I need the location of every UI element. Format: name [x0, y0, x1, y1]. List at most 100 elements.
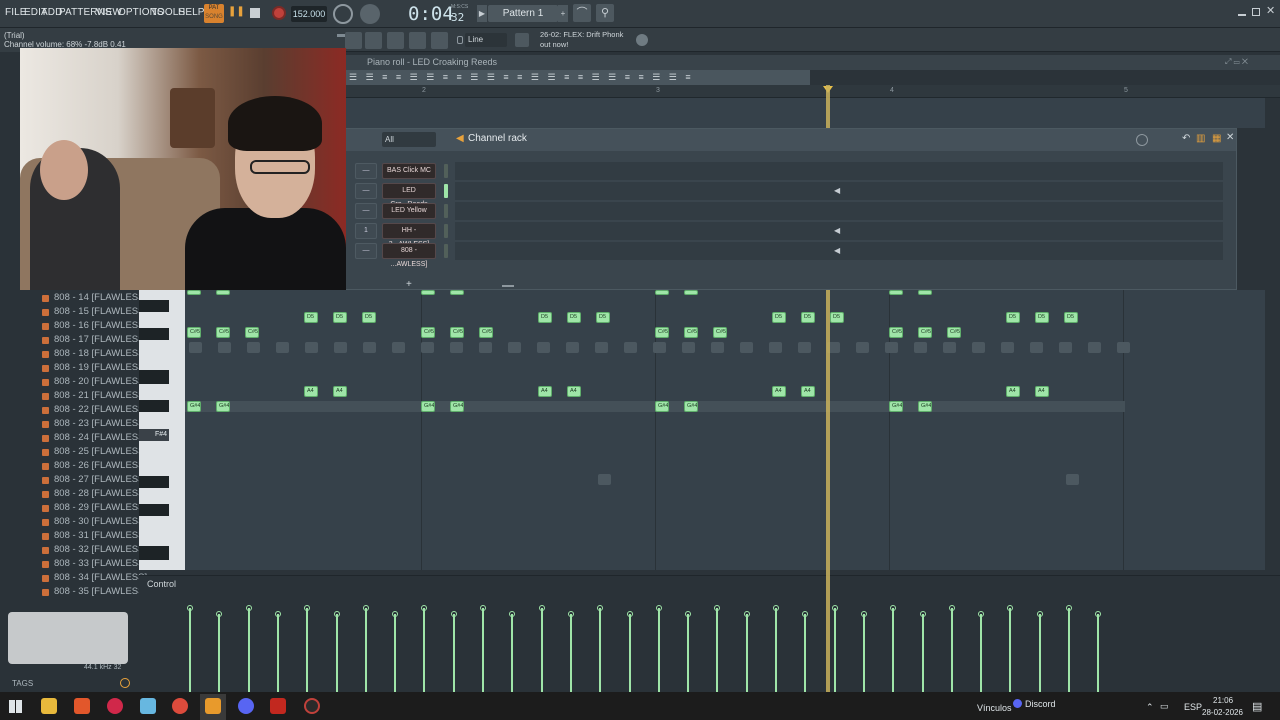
channel-sequence-lane[interactable] — [455, 202, 1223, 220]
note[interactable] — [655, 290, 669, 295]
channel-name-button[interactable]: LED Yellow — [382, 203, 436, 219]
notification-icon[interactable]: ▤ — [1252, 700, 1262, 713]
velocity-bar[interactable] — [687, 614, 690, 692]
velocity-handle[interactable] — [743, 611, 750, 617]
velocity-handle[interactable] — [187, 605, 193, 611]
note[interactable]: C#5 — [450, 327, 464, 338]
browser-item[interactable]: 808 - 26 [FLAWLESS] — [54, 460, 147, 471]
velocity-handle[interactable] — [597, 605, 604, 611]
velocity-bar[interactable] — [1068, 608, 1070, 692]
channel-mixer-track[interactable]: — — [355, 243, 377, 259]
note[interactable]: A4 — [538, 386, 552, 397]
browser-item[interactable]: 808 - 22 [FLAWLESS] — [54, 404, 147, 415]
note[interactable] — [450, 290, 464, 295]
velocity-bar[interactable] — [980, 614, 983, 692]
channel-select-led[interactable] — [444, 224, 448, 238]
note[interactable] — [918, 290, 932, 295]
channel-rack-scroll-handle[interactable] — [502, 285, 514, 287]
channel-name-button[interactable]: HH - 3...AWLESS] — [382, 223, 436, 248]
browser-item[interactable]: 808 - 19 [FLAWLESS] — [54, 362, 147, 373]
browser-item[interactable]: 808 - 33 [FLAWLESS] — [54, 558, 147, 569]
note[interactable] — [889, 290, 903, 295]
note[interactable]: C#5 — [684, 327, 698, 338]
black-key[interactable] — [139, 328, 169, 340]
velocity-handle[interactable] — [655, 605, 662, 611]
velocity-handle[interactable] — [421, 605, 428, 611]
velocity-bar[interactable] — [540, 608, 543, 692]
velocity-handle[interactable] — [1066, 605, 1072, 611]
minimize-icon[interactable] — [1238, 8, 1246, 16]
swing-knob[interactable] — [1136, 134, 1148, 146]
velocity-bar[interactable] — [511, 614, 514, 692]
note[interactable]: C#5 — [479, 327, 493, 338]
pause-icon[interactable]: ❚❚ — [228, 6, 245, 22]
note[interactable]: A4 — [304, 386, 318, 397]
velocity-handle[interactable] — [831, 605, 838, 611]
note[interactable]: C#5 — [187, 327, 201, 338]
velocity-bar[interactable] — [482, 608, 484, 692]
velocity-handle[interactable] — [274, 611, 281, 617]
network-icon[interactable]: ▭ — [1160, 701, 1169, 712]
channel-select-led[interactable] — [444, 244, 448, 258]
note[interactable]: G#4 — [655, 401, 669, 412]
step-view-icon[interactable]: ▦ — [1212, 133, 1221, 144]
velocity-handle[interactable] — [626, 611, 633, 617]
channel-name-button[interactable]: LED Cro...Reeds — [382, 183, 436, 208]
velocity-handle[interactable] — [538, 605, 545, 611]
browser-item[interactable]: 808 - 25 [FLAWLESS] — [54, 446, 147, 457]
velocity-handle[interactable] — [1036, 611, 1043, 617]
note[interactable]: G#4 — [216, 401, 230, 412]
black-key[interactable] — [139, 370, 169, 384]
key-label-fs4[interactable]: F#4 — [139, 429, 169, 441]
language-indicator[interactable]: ESP — [1184, 702, 1202, 712]
velocity-bar[interactable] — [247, 608, 250, 692]
browser-item[interactable]: 808 - 27 [FLAWLESS] — [54, 474, 147, 485]
velocity-handle[interactable] — [362, 605, 369, 611]
velocity-bar[interactable] — [364, 608, 367, 692]
mixer-icon[interactable] — [409, 32, 426, 49]
note[interactable]: G#4 — [889, 401, 903, 412]
news-settings-icon[interactable] — [636, 34, 648, 46]
browser-item[interactable]: 808 - 35 [FLAWLESS] — [54, 586, 147, 597]
snap-select[interactable]: Line — [465, 33, 507, 47]
velocity-bar[interactable] — [189, 608, 191, 692]
velocity-bar[interactable] — [950, 608, 953, 692]
channel-select-led[interactable] — [444, 164, 448, 178]
channel-name-button[interactable]: BAS Click MC — [382, 163, 436, 179]
control-label[interactable]: Control — [147, 579, 176, 589]
velocity-bar[interactable] — [892, 608, 895, 692]
note[interactable]: D5 — [333, 312, 347, 323]
channel-rack-icon[interactable] — [365, 32, 382, 49]
note[interactable]: D5 — [362, 312, 376, 323]
velocity-bar[interactable] — [628, 614, 631, 692]
notepad-icon[interactable] — [140, 698, 156, 714]
taskbar-discord[interactable]: Discord — [1025, 699, 1056, 709]
note[interactable]: C#5 — [889, 327, 903, 338]
news-text[interactable]: 26-02: FLEX: Drift Phonk out now! — [540, 30, 623, 50]
channel-sequence-lane[interactable] — [455, 162, 1223, 180]
velocity-bar[interactable] — [716, 608, 719, 692]
velocity-handle[interactable] — [685, 611, 692, 617]
channel-select-led[interactable] — [444, 184, 448, 198]
note[interactable]: D5 — [567, 312, 581, 323]
channel-mixer-track[interactable]: — — [355, 163, 377, 179]
velocity-bar[interactable] — [921, 614, 924, 692]
note[interactable]: D5 — [801, 312, 815, 323]
browser-item[interactable]: 808 - 32 [FLAWLESS] — [54, 544, 147, 555]
undo-icon[interactable]: ↶ — [1182, 133, 1190, 144]
note[interactable]: D5 — [830, 312, 844, 323]
note[interactable]: C#5 — [655, 327, 669, 338]
browser-item[interactable]: 808 - 24 [FLAWLESS] — [54, 432, 147, 443]
black-key[interactable] — [139, 300, 169, 312]
note[interactable]: D5 — [1064, 312, 1078, 323]
velocity-bar[interactable] — [276, 614, 279, 692]
velocity-handle[interactable] — [714, 605, 721, 611]
black-key[interactable] — [139, 400, 169, 412]
sample-waveform-preview[interactable] — [8, 612, 128, 664]
pat-song-toggle[interactable]: PAT SONG — [204, 4, 224, 23]
piano-keyboard[interactable]: F#4 — [139, 290, 185, 570]
velocity-bar[interactable] — [745, 614, 748, 692]
browser-item[interactable]: 808 - 16 [FLAWLESS] — [54, 320, 147, 331]
note[interactable]: G#4 — [187, 401, 201, 412]
velocity-bar[interactable] — [569, 614, 572, 692]
